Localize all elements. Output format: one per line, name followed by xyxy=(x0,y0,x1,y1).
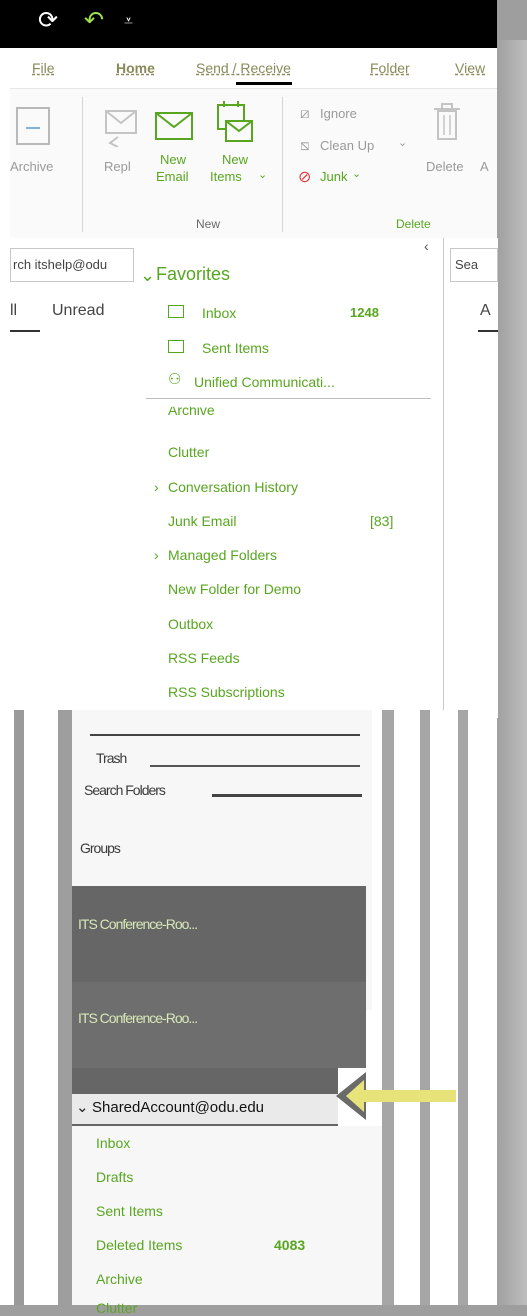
title-bar: ⟳ ↶ ⩡ xyxy=(0,0,497,48)
junk-email-count: [83] xyxy=(370,513,394,529)
new-email-line1[interactable]: New xyxy=(160,152,186,167)
folder-groups[interactable]: Groups xyxy=(80,840,121,856)
chevron-down-icon[interactable]: ⌄ xyxy=(140,265,155,286)
tab-send-receive[interactable]: Send / Receive xyxy=(196,60,291,76)
favorites-header[interactable]: Favorites xyxy=(156,264,230,285)
chevron-down-icon[interactable]: ⌄ xyxy=(398,136,407,149)
message-list-left: rch itshelp@odu ll Unread xyxy=(10,238,138,708)
folder-conversation-history[interactable]: Conversation History xyxy=(168,479,298,495)
chevron-right-icon[interactable]: › xyxy=(154,479,159,495)
new-email-icon[interactable] xyxy=(154,111,196,143)
filter-unread[interactable]: Unread xyxy=(52,302,104,320)
divider-artifact xyxy=(150,765,360,767)
mailbox-conference-room-2[interactable]: ITS Conference-Roo... xyxy=(78,1010,198,1026)
cleanup-button[interactable]: Clean Up xyxy=(320,138,374,153)
junk-icon: ⊘ xyxy=(298,169,312,186)
group-icon: ⚇ xyxy=(168,371,182,388)
new-items-icon[interactable] xyxy=(214,99,256,147)
favorites-divider xyxy=(146,398,431,399)
shared-sent-items[interactable]: Sent Items xyxy=(96,1203,163,1219)
folder-new-folder-demo[interactable]: New Folder for Demo xyxy=(168,581,301,597)
reply-icon[interactable] xyxy=(102,107,142,147)
search-box[interactable]: rch itshelp@odu xyxy=(10,248,134,282)
junk-button[interactable]: Junk xyxy=(320,169,347,184)
chevron-right-icon[interactable]: › xyxy=(154,547,159,563)
tab-view[interactable]: View xyxy=(455,60,485,76)
favorite-unified-communication[interactable]: Unified Communicati... xyxy=(194,374,335,390)
folder-outbox[interactable]: Outbox xyxy=(168,616,213,632)
customize-qat-icon[interactable]: ⩡ xyxy=(124,11,133,31)
ribbon-separator xyxy=(82,97,83,232)
conference-room-block-1 xyxy=(72,886,366,982)
chevron-down-icon[interactable]: ⌄ xyxy=(76,1098,89,1116)
shared-drafts[interactable]: Drafts xyxy=(96,1169,133,1185)
archive-button[interactable]: Archive xyxy=(10,159,53,174)
folder-rss-subscriptions[interactable]: RSS Subscriptions xyxy=(168,684,285,700)
ignore-icon: ⧄ xyxy=(300,105,310,122)
folder-icon xyxy=(168,340,184,353)
scroll-artifact xyxy=(58,710,72,1305)
scroll-artifact xyxy=(420,710,430,1305)
new-items-line2[interactable]: Items xyxy=(210,169,242,184)
undo-icon[interactable]: ↶ xyxy=(84,6,104,34)
archive-trailing-button[interactable]: A xyxy=(480,159,489,174)
ribbon-separator xyxy=(282,97,283,232)
shared-account-header[interactable]: SharedAccount@odu.edu xyxy=(92,1099,264,1116)
group-new-label: New xyxy=(196,217,221,231)
folder-pane: ‹ ⌄ Favorites Inbox 1248 Sent Items ⚇ Un… xyxy=(138,238,443,718)
filter-underline xyxy=(10,330,40,332)
shared-clutter[interactable]: Clutter xyxy=(96,1300,137,1313)
folder-search-folders[interactable]: Search Folders xyxy=(84,782,166,798)
filter-all[interactable]: ll xyxy=(10,302,17,320)
scroll-artifact xyxy=(458,710,468,1305)
reply-button[interactable]: Repl xyxy=(104,159,131,174)
search-box-right[interactable]: Sea xyxy=(450,248,498,282)
sync-icon[interactable]: ⟳ xyxy=(38,6,58,34)
ribbon: Archive Repl New Email New Items ⌄ New ⧄… xyxy=(10,88,497,240)
message-list-right: Sea A xyxy=(443,238,498,718)
tab-file[interactable]: File xyxy=(32,60,55,76)
chevron-down-icon[interactable]: ⌄ xyxy=(258,168,267,181)
folder-junk-email[interactable]: Junk Email xyxy=(168,513,236,529)
folder-icon xyxy=(168,305,184,318)
tab-folder[interactable]: Folder xyxy=(370,60,410,76)
shared-deleted-items[interactable]: Deleted Items xyxy=(96,1237,182,1253)
folder-trash[interactable]: Trash xyxy=(96,750,127,766)
deleted-items-count: 4083 xyxy=(274,1237,306,1253)
folder-managed-folders[interactable]: Managed Folders xyxy=(168,547,277,563)
lower-folder-tree: Trash Search Folders Groups ITS Conferen… xyxy=(0,710,497,1313)
folder-rss-feeds[interactable]: RSS Feeds xyxy=(168,650,240,666)
scroll-artifact-left xyxy=(14,710,24,1305)
menu-bar: File Home Send / Receive Folder View xyxy=(10,48,497,88)
pointer-arrow-icon xyxy=(336,1072,456,1120)
active-tab-indicator xyxy=(236,82,292,85)
collapse-pane-icon[interactable]: ‹ xyxy=(424,238,429,254)
scroll-artifact xyxy=(382,710,394,1305)
favorite-inbox[interactable]: Inbox xyxy=(202,305,236,321)
group-delete-label: Delete xyxy=(396,217,431,231)
window-shadow xyxy=(497,40,527,1305)
filter-underline-right xyxy=(478,330,498,332)
mailbox-conference-room-1[interactable]: ITS Conference-Roo... xyxy=(78,916,198,932)
new-items-line1[interactable]: New xyxy=(222,152,248,167)
favorite-sent-items[interactable]: Sent Items xyxy=(202,340,269,356)
divider-artifact xyxy=(90,734,360,736)
shared-archive[interactable]: Archive xyxy=(96,1271,143,1287)
search-input[interactable]: rch itshelp@odu xyxy=(13,257,107,272)
folder-clutter[interactable]: Clutter xyxy=(168,444,209,460)
archive-icon[interactable] xyxy=(16,107,50,145)
folder-archive[interactable]: Archive xyxy=(168,407,215,418)
cleanup-icon: ⧅ xyxy=(300,137,310,154)
delete-icon[interactable] xyxy=(432,103,462,143)
new-email-line2[interactable]: Email xyxy=(156,169,189,184)
search-input-right[interactable]: Sea xyxy=(455,257,478,272)
ignore-button[interactable]: Ignore xyxy=(320,106,357,121)
delete-button[interactable]: Delete xyxy=(426,159,464,174)
inbox-unread-count: 1248 xyxy=(350,305,379,320)
filter-all-right[interactable]: A xyxy=(480,302,491,320)
divider-artifact xyxy=(212,794,362,797)
shared-inbox[interactable]: Inbox xyxy=(96,1135,130,1151)
tab-home[interactable]: Home xyxy=(116,60,155,76)
chevron-down-icon[interactable]: ⌄ xyxy=(352,167,361,180)
